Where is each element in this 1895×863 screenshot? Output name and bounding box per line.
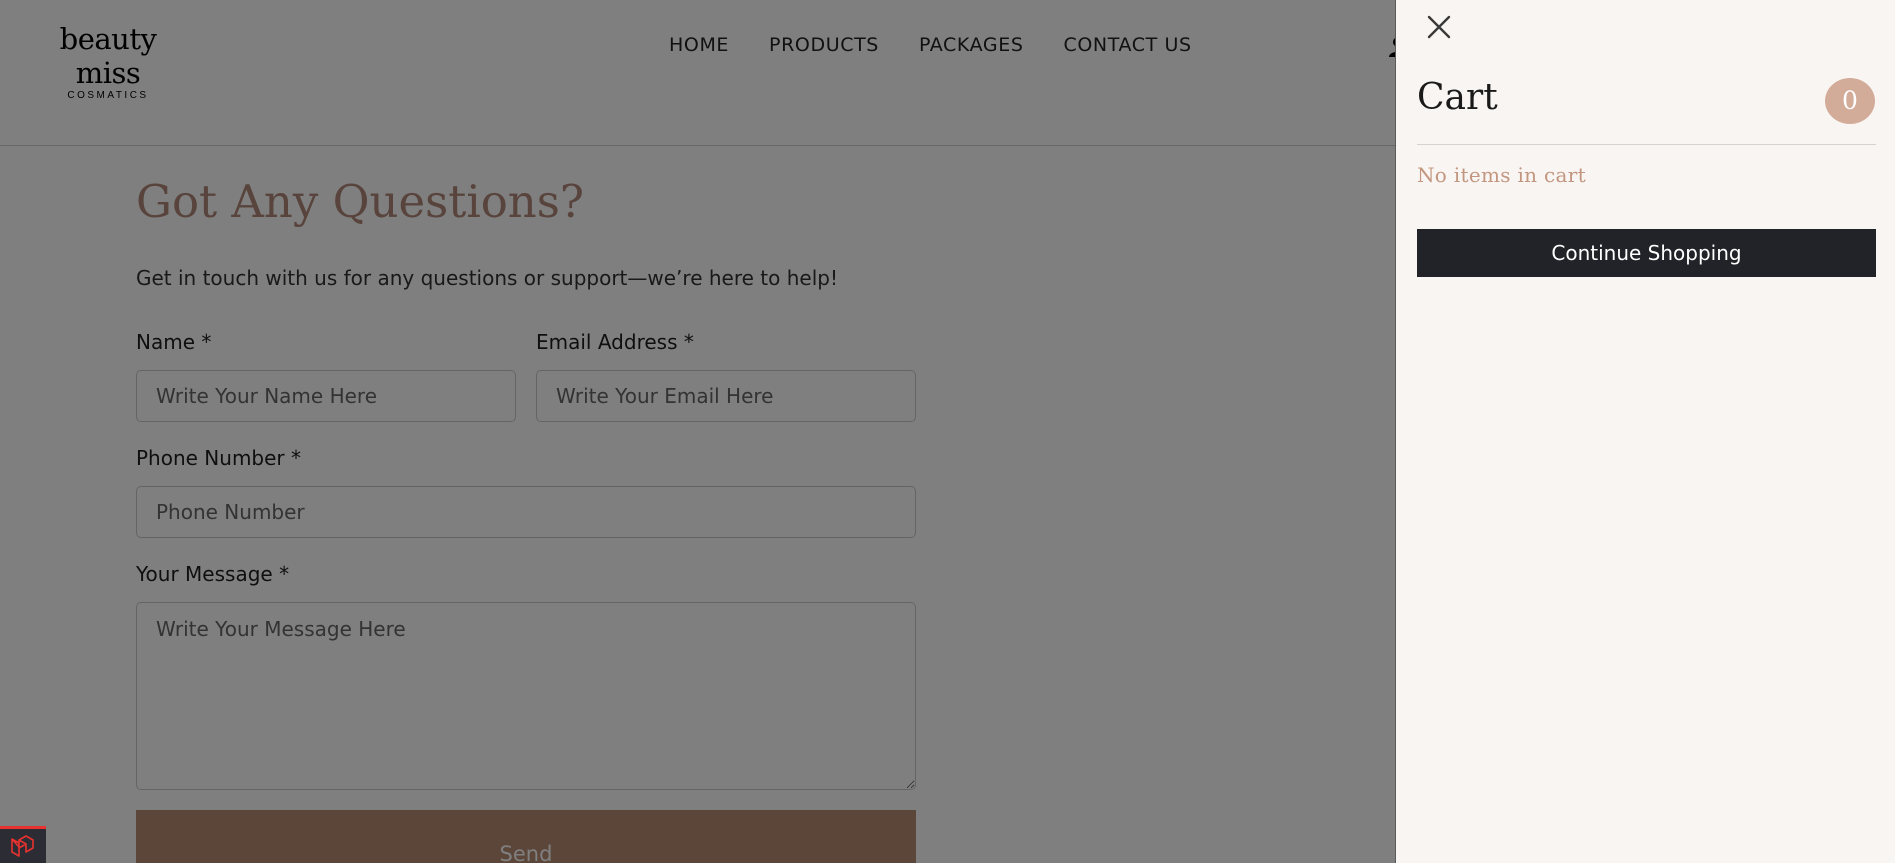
close-cart-button[interactable]: [1424, 12, 1454, 42]
continue-shopping-button[interactable]: Continue Shopping: [1417, 229, 1876, 277]
cart-empty-message: No items in cart: [1417, 163, 1586, 187]
debug-badge[interactable]: [0, 826, 46, 863]
modal-backdrop[interactable]: [0, 0, 1395, 863]
cart-count-badge: 0: [1825, 78, 1875, 124]
page: beauty miss COSMATICS HOME PRODUCTS PACK…: [0, 0, 1895, 863]
cart-title: Cart: [1417, 77, 1498, 118]
cart-drawer: Cart 0 No items in cart Continue Shoppin…: [1395, 0, 1895, 863]
laravel-icon: [11, 835, 34, 857]
close-icon: [1427, 15, 1451, 39]
cart-divider: [1417, 144, 1876, 145]
